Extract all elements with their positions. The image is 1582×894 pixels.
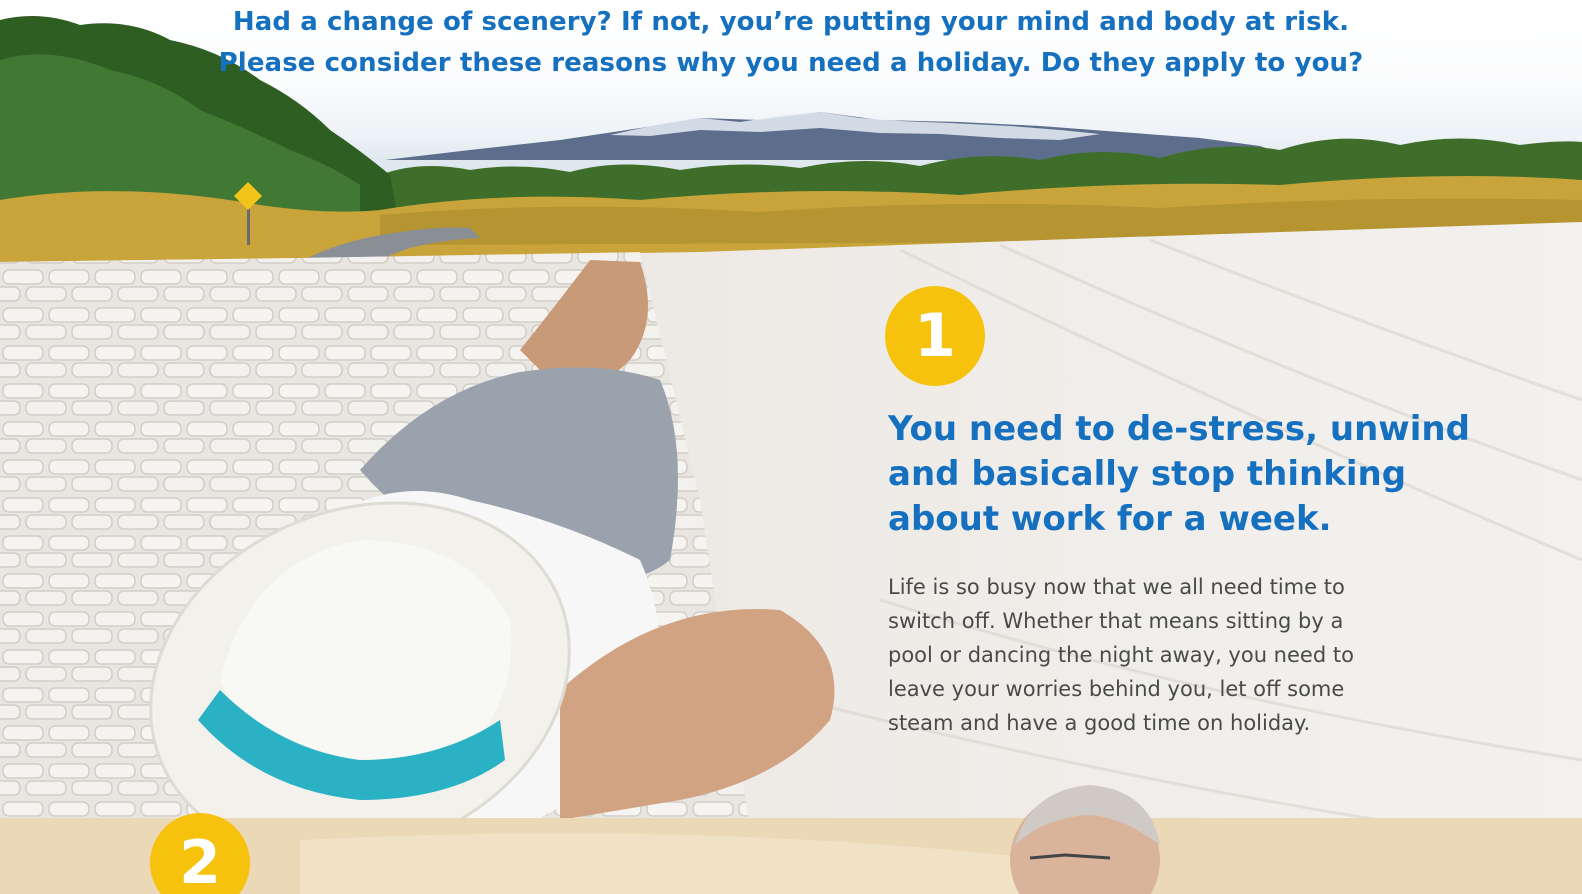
brochure-page: Had a change of scenery? If not, you’re … (0, 0, 1582, 894)
reason-1-body: Life is so busy now that we all need tim… (888, 570, 1488, 740)
reason-1-title-line: about work for a week. (888, 499, 1332, 539)
reason-1-body-line: Life is so busy now that we all need tim… (888, 575, 1345, 599)
reason-1-body-line: leave your worries behind you, let off s… (888, 677, 1345, 701)
reason-1-number-badge: 1 (885, 286, 985, 386)
reason-1-body-line: pool or dancing the night away, you need… (888, 643, 1354, 667)
reason-1-body-line: switch off. Whether that means sitting b… (888, 609, 1344, 633)
reason-1-title: You need to de-stress, unwind and basica… (888, 407, 1508, 542)
reason-1-title-line: and basically stop thinking (888, 454, 1407, 494)
reason-1-body-line: steam and have a good time on holiday. (888, 711, 1311, 735)
reason-1-title-line: You need to de-stress, unwind (888, 409, 1470, 449)
